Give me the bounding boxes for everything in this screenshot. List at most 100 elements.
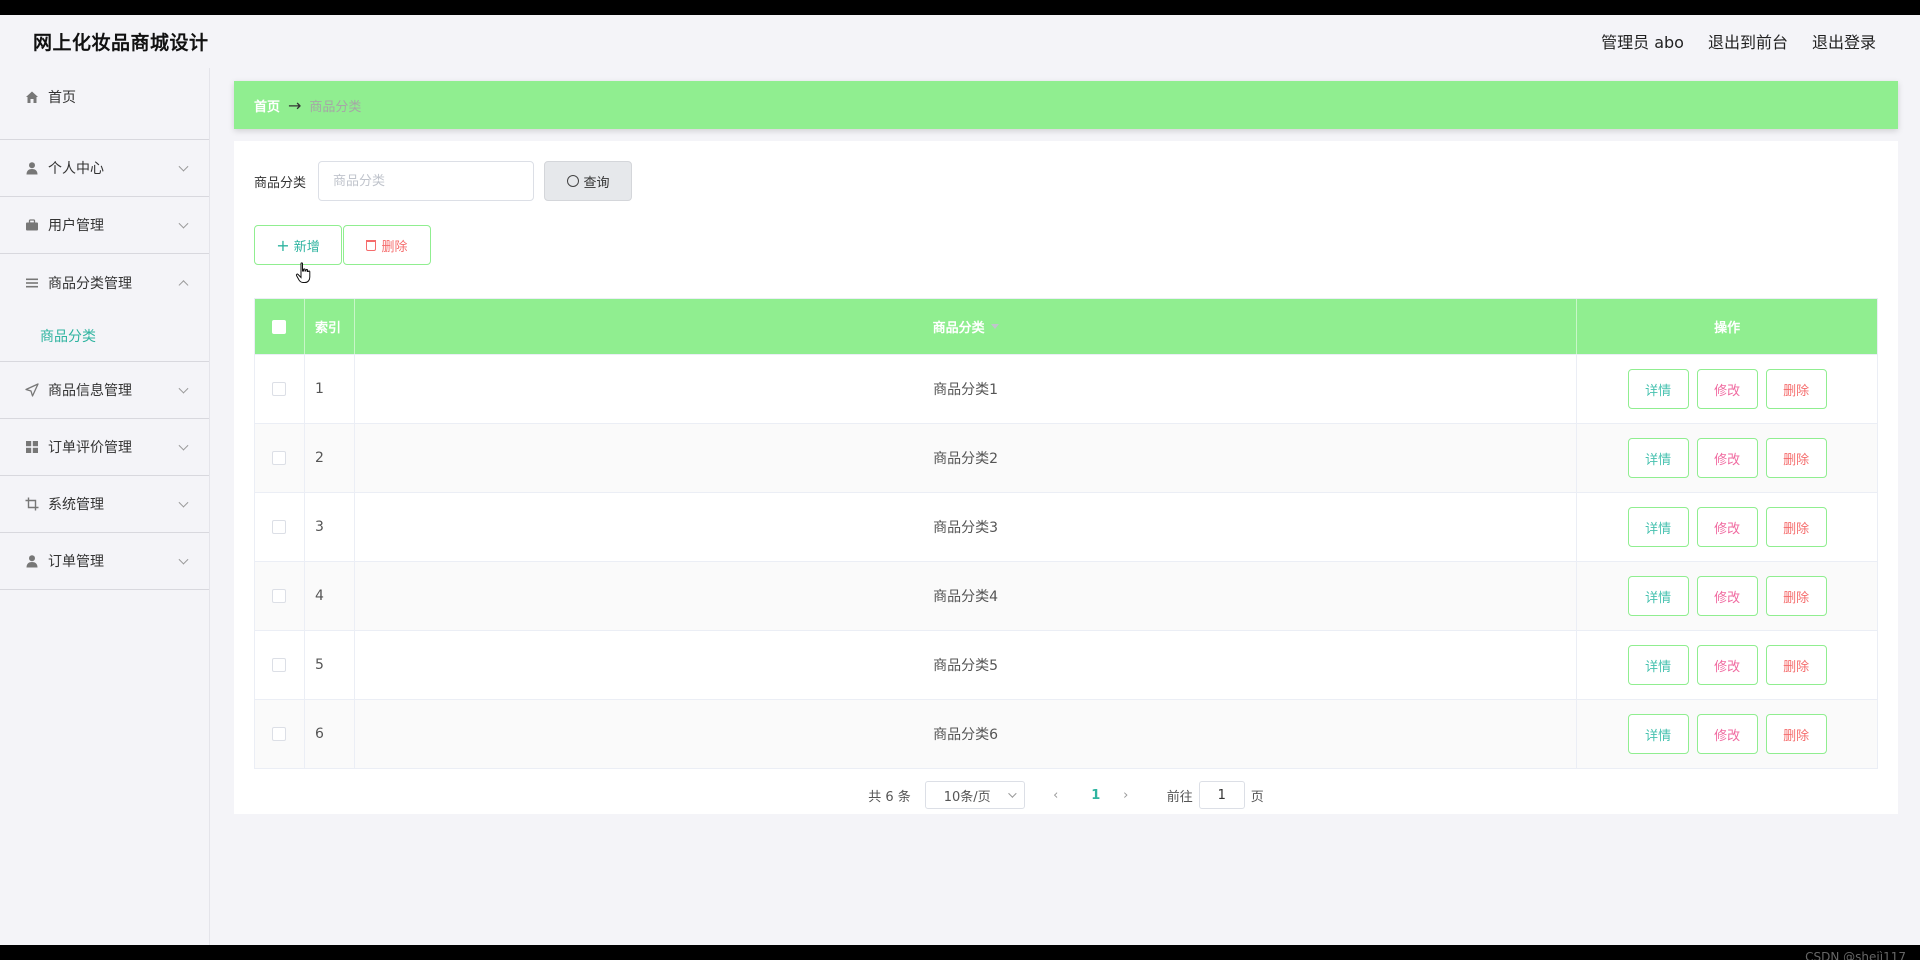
pagination: 共 6 条 10条/页 ‹ 1 › 前往 页 — [234, 781, 1898, 809]
chevron-down-icon — [178, 440, 189, 451]
chevron-up-icon — [178, 279, 189, 290]
edit-button[interactable]: 修改 — [1696, 576, 1758, 616]
select-all-cell — [255, 299, 305, 354]
table-row: 1 商品分类1 详情 修改 删除 — [255, 354, 1877, 423]
sidebar-item-order-review[interactable]: 订单评价管理 — [0, 419, 209, 476]
row-index: 1 — [305, 355, 355, 423]
edit-button[interactable]: 修改 — [1696, 645, 1758, 685]
delete-button[interactable]: 删除 — [1765, 438, 1827, 478]
sidebar-item-order-management[interactable]: 订单管理 — [0, 533, 209, 590]
edit-button[interactable]: 修改 — [1696, 369, 1758, 409]
sidebar-item-user-management[interactable]: 用户管理 — [0, 197, 209, 254]
exit-to-front-link[interactable]: 退出到前台 — [1708, 29, 1788, 53]
sidebar: 首页 个人中心 用户管理 商品分类管理 商品分类 商品信息管理 订单评价管理 系… — [0, 68, 210, 945]
row-category-name: 商品分类1 — [355, 355, 1578, 423]
breadcrumb-current: 商品分类 — [309, 99, 362, 115]
sidebar-item-system[interactable]: 系统管理 — [0, 476, 209, 533]
next-page-icon[interactable]: › — [1111, 788, 1141, 803]
app-title: 网上化妆品商城设计 — [33, 32, 209, 54]
add-button[interactable]: + 新增 — [254, 225, 342, 265]
home-icon — [24, 89, 40, 105]
batch-delete-button[interactable]: 删除 — [343, 225, 431, 265]
breadcrumb: 首页 → 商品分类 — [234, 81, 1898, 129]
app-frame: 网上化妆品商城设计 管理员 abo 退出到前台 退出登录 首页 个人中心 用户管… — [0, 15, 1920, 960]
edit-button[interactable]: 修改 — [1696, 438, 1758, 478]
table-row: 4 商品分类4 详情 修改 删除 — [255, 561, 1877, 630]
detail-button[interactable]: 详情 — [1627, 645, 1689, 685]
row-check-cell — [255, 562, 305, 630]
delete-button[interactable]: 删除 — [1765, 714, 1827, 754]
page-suffix-label: 页 — [1250, 789, 1264, 805]
table-row: 6 商品分类6 详情 修改 删除 — [255, 699, 1877, 768]
delete-button[interactable]: 删除 — [1765, 369, 1827, 409]
chevron-down-icon — [178, 218, 189, 229]
sidebar-group-category: 商品分类管理 商品分类 — [0, 254, 209, 362]
sidebar-item-home[interactable]: 首页 — [0, 68, 209, 140]
crop-icon — [24, 496, 40, 512]
sidebar-item-personal-center[interactable]: 个人中心 — [0, 140, 209, 197]
query-button-label: 查询 — [583, 175, 610, 191]
row-operations: 详情 修改 删除 — [1577, 424, 1877, 492]
row-checkbox[interactable] — [272, 589, 287, 603]
user-icon — [24, 160, 40, 176]
row-checkbox[interactable] — [272, 382, 287, 396]
send-icon — [24, 382, 40, 398]
sidebar-item-label: 订单评价管理 — [48, 440, 132, 456]
detail-button[interactable]: 详情 — [1627, 369, 1689, 409]
category-table: 索引 商品分类 操作 1 商品分类1 详情 修改 删除 2 商品分类2 详情 修改 删除 3 商品分类… — [254, 298, 1878, 769]
detail-button[interactable]: 详情 — [1627, 438, 1689, 478]
user-icon — [24, 553, 40, 569]
row-checkbox[interactable] — [272, 727, 287, 741]
header-category[interactable]: 商品分类 — [355, 299, 1578, 354]
table-row: 3 商品分类3 详情 修改 删除 — [255, 492, 1877, 561]
row-operations: 详情 修改 删除 — [1577, 700, 1877, 768]
admin-user-label[interactable]: 管理员 abo — [1601, 29, 1684, 53]
hand-cursor-icon — [295, 262, 313, 289]
row-checkbox[interactable] — [272, 658, 287, 672]
page-size-select[interactable]: 10条/页 — [924, 781, 1025, 809]
edit-button[interactable]: 修改 — [1696, 507, 1758, 547]
row-check-cell — [255, 493, 305, 561]
sidebar-subitem-category[interactable]: 商品分类 — [0, 311, 209, 361]
row-category-name: 商品分类2 — [355, 424, 1578, 492]
row-check-cell — [255, 631, 305, 699]
sidebar-item-category-management[interactable]: 商品分类管理 — [0, 254, 209, 311]
table-row: 2 商品分类2 详情 修改 删除 — [255, 423, 1877, 492]
header-links: 管理员 abo 退出到前台 退出登录 — [1601, 29, 1876, 53]
breadcrumb-home-link[interactable]: 首页 — [254, 96, 280, 115]
query-button[interactable]: 查询 — [544, 161, 633, 201]
detail-button[interactable]: 详情 — [1627, 714, 1689, 754]
detail-button[interactable]: 详情 — [1627, 576, 1689, 616]
delete-button[interactable]: 删除 — [1765, 507, 1827, 547]
content-panel: 商品分类 查询 + 新增 删除 索引 — [234, 141, 1898, 814]
select-all-checkbox[interactable] — [272, 319, 287, 334]
row-category-name: 商品分类5 — [355, 631, 1578, 699]
detail-button[interactable]: 详情 — [1627, 507, 1689, 547]
chevron-down-icon — [1007, 789, 1017, 798]
sidebar-item-label: 商品信息管理 — [48, 383, 132, 399]
row-checkbox[interactable] — [272, 520, 287, 534]
category-search-input[interactable] — [318, 161, 535, 201]
sort-caret-icon[interactable] — [990, 324, 999, 329]
sidebar-item-product-info[interactable]: 商品信息管理 — [0, 362, 209, 419]
logout-link[interactable]: 退出登录 — [1812, 29, 1876, 53]
watermark: CSDN @shejì117 — [1805, 950, 1906, 960]
search-bar: 商品分类 查询 — [254, 161, 633, 201]
prev-page-icon[interactable]: ‹ — [1041, 788, 1071, 803]
page-number-current[interactable]: 1 — [1081, 788, 1111, 803]
plus-icon: + — [276, 235, 290, 255]
sidebar-item-label: 商品分类管理 — [48, 275, 132, 292]
row-index: 2 — [305, 424, 355, 492]
row-checkbox[interactable] — [272, 451, 287, 465]
row-index: 6 — [305, 700, 355, 768]
grid-icon — [24, 439, 40, 455]
goto-page-input[interactable] — [1198, 781, 1245, 809]
delete-button[interactable]: 删除 — [1765, 645, 1827, 685]
table-body: 1 商品分类1 详情 修改 删除 2 商品分类2 详情 修改 删除 3 商品分类3 详情 修改 删除 4 商品分… — [255, 354, 1877, 768]
delete-button[interactable]: 删除 — [1765, 576, 1827, 616]
sidebar-item-label: 用户管理 — [48, 218, 104, 234]
sidebar-item-label: 系统管理 — [48, 497, 104, 513]
pagination-total: 共 6 条 — [868, 789, 911, 805]
edit-button[interactable]: 修改 — [1696, 714, 1758, 754]
row-operations: 详情 修改 删除 — [1577, 631, 1877, 699]
